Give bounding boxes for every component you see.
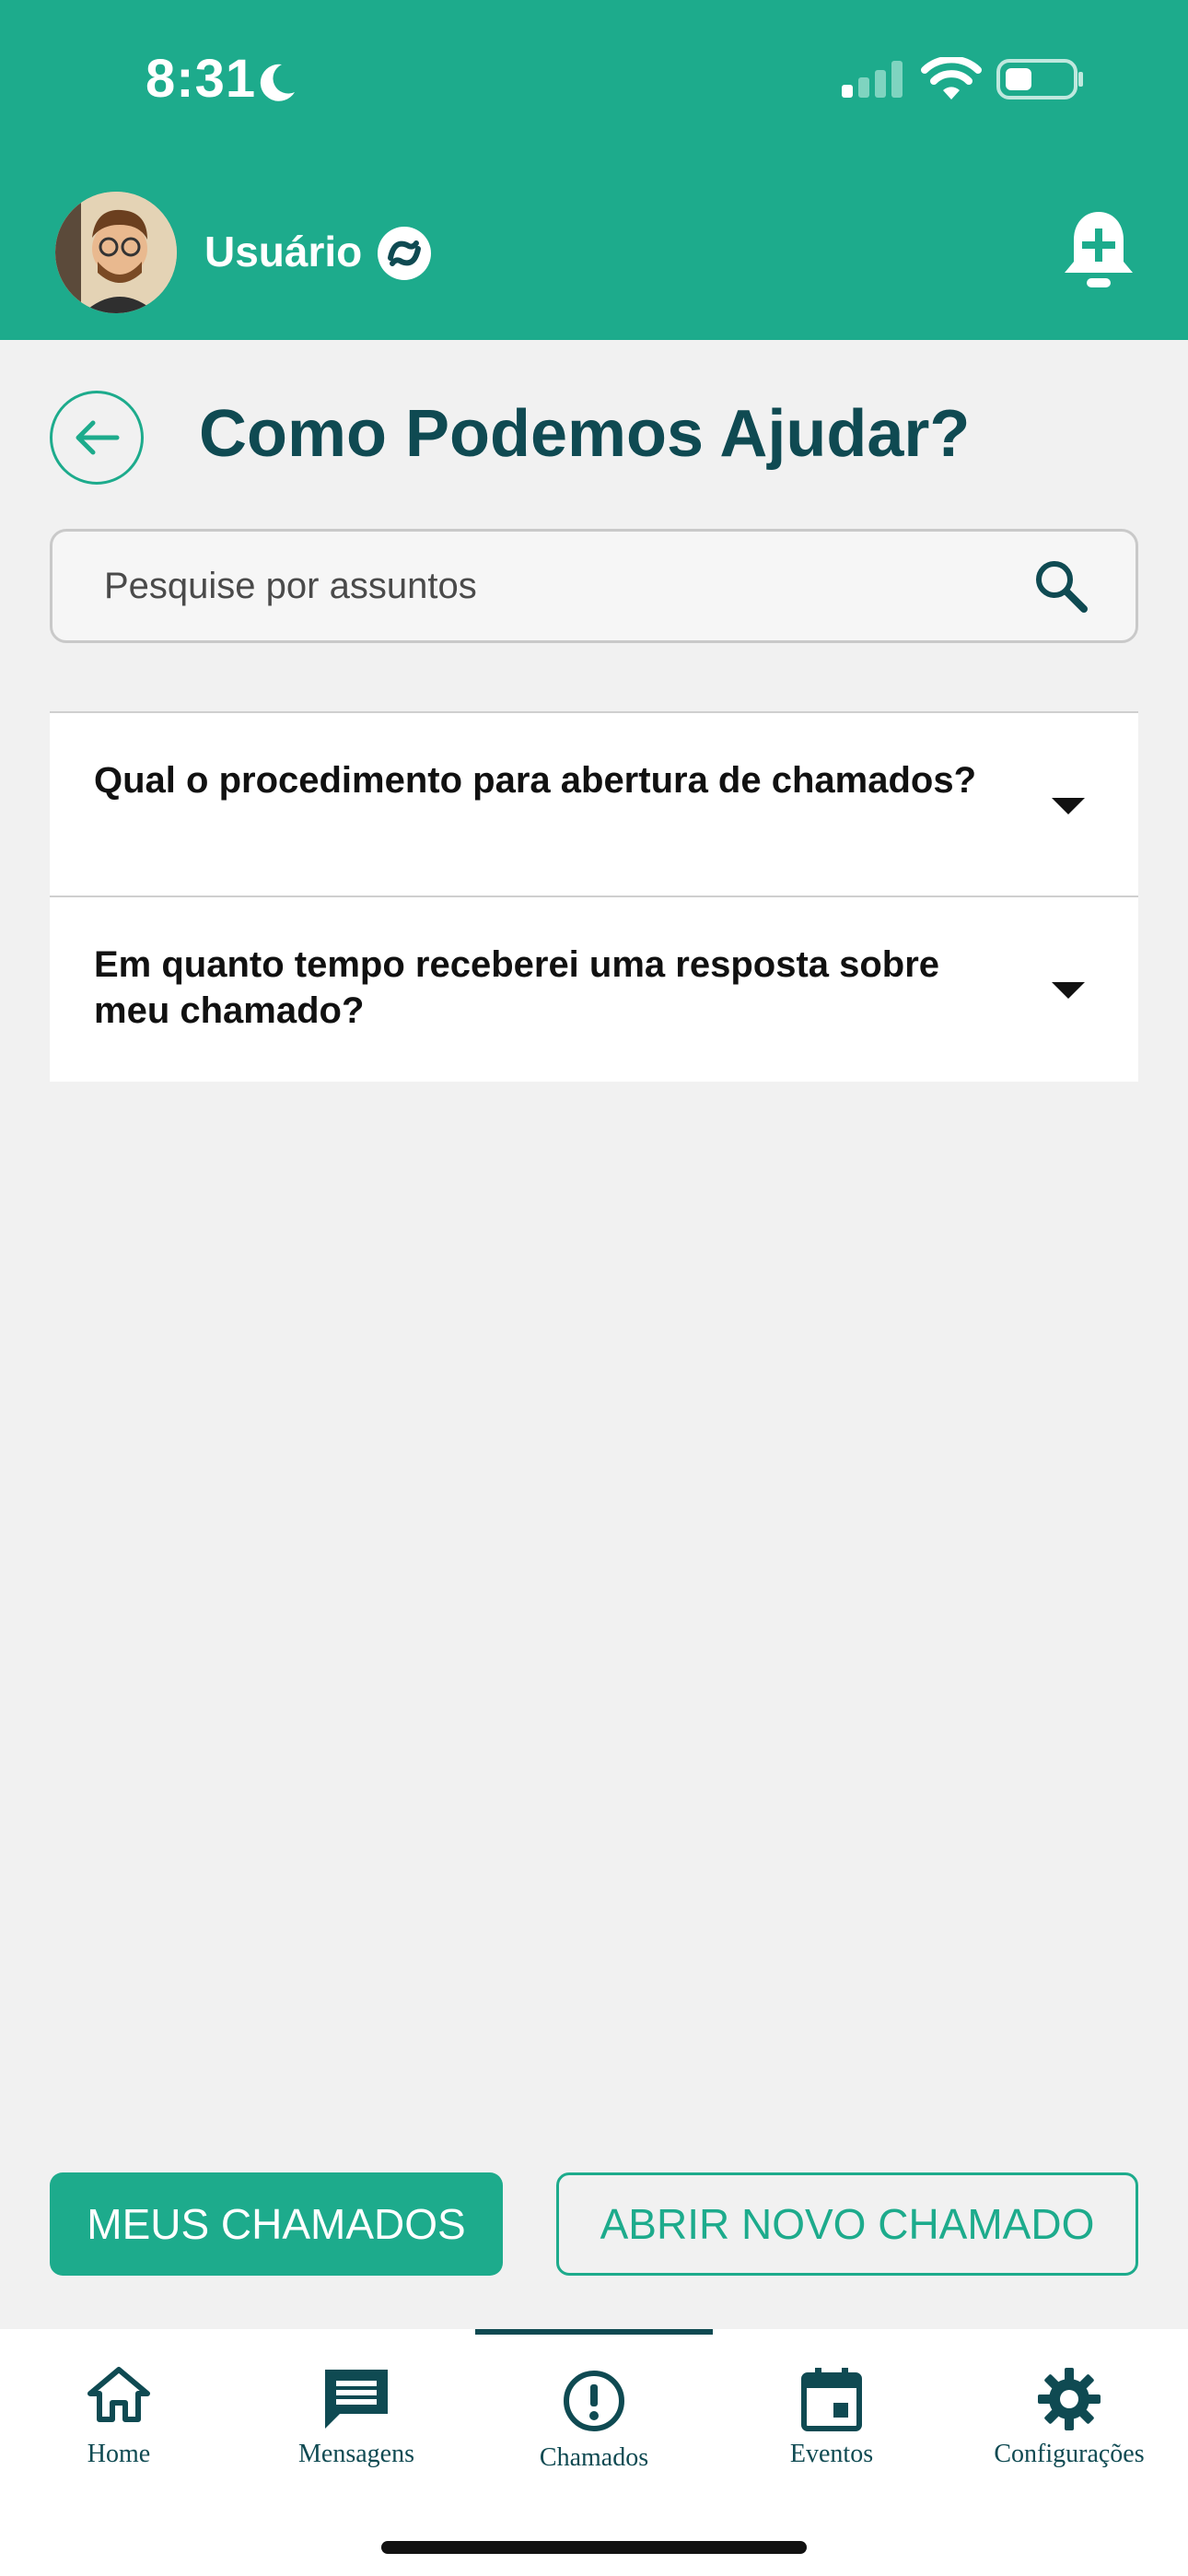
faq-question: Em quanto tempo receberei uma resposta s… — [94, 944, 940, 1031]
faq-item[interactable]: Qual o procedimento para abertura de cha… — [50, 713, 1138, 897]
home-indicator[interactable] — [381, 2541, 807, 2554]
search-input[interactable] — [104, 532, 1007, 640]
caret-down-icon — [1052, 982, 1085, 999]
my-tickets-button[interactable]: MEUS CHAMADOS — [50, 2172, 503, 2276]
app-header: 8:31 Usuário — [0, 0, 1188, 340]
wifi-icon — [921, 57, 982, 100]
notification-bell-add-icon[interactable] — [1059, 208, 1138, 293]
arrow-left-icon — [76, 420, 120, 455]
avatar-illustration-icon — [55, 192, 177, 313]
home-icon — [87, 2367, 150, 2422]
active-tab-indicator — [475, 2329, 713, 2335]
tab-label: Mensagens — [298, 2440, 414, 2468]
tab-label: Chamados — [539, 2443, 649, 2472]
tab-events[interactable]: Eventos — [713, 2329, 950, 2495]
tab-settings[interactable]: Configurações — [950, 2329, 1188, 2495]
back-button[interactable] — [50, 391, 144, 485]
caret-down-icon — [1052, 798, 1085, 814]
tab-label: Configurações — [994, 2440, 1145, 2468]
battery-icon — [996, 59, 1083, 100]
faq-item[interactable]: Em quanto tempo receberei uma resposta s… — [50, 897, 1138, 1082]
moon-icon — [260, 64, 295, 101]
page-title: Como Podemos Ajudar? — [199, 397, 971, 471]
sync-icon[interactable] — [376, 225, 433, 282]
gear-icon — [1038, 2368, 1101, 2430]
status-time: 8:31 — [146, 49, 257, 109]
tab-home[interactable]: Home — [0, 2329, 238, 2495]
tab-bar: Home Mensagens Chamados Eventos Configur… — [0, 2329, 1188, 2576]
avatar[interactable] — [55, 192, 177, 313]
open-new-ticket-button[interactable]: ABRIR NOVO CHAMADO — [556, 2172, 1138, 2276]
user-name: Usuário — [204, 228, 363, 275]
calendar-icon — [801, 2368, 862, 2431]
tab-label: Home — [87, 2440, 151, 2468]
search-icon[interactable] — [1032, 557, 1089, 615]
cellular-signal-icon — [842, 61, 903, 98]
faq-list: Qual o procedimento para abertura de cha… — [50, 711, 1138, 1082]
faq-question: Qual o procedimento para abertura de cha… — [94, 760, 977, 801]
tab-tickets[interactable]: Chamados — [475, 2329, 713, 2495]
search-box — [50, 529, 1138, 643]
tab-messages[interactable]: Mensagens — [238, 2329, 475, 2495]
message-icon — [325, 2370, 388, 2429]
tab-label: Eventos — [789, 2440, 874, 2468]
alert-icon — [564, 2371, 624, 2431]
